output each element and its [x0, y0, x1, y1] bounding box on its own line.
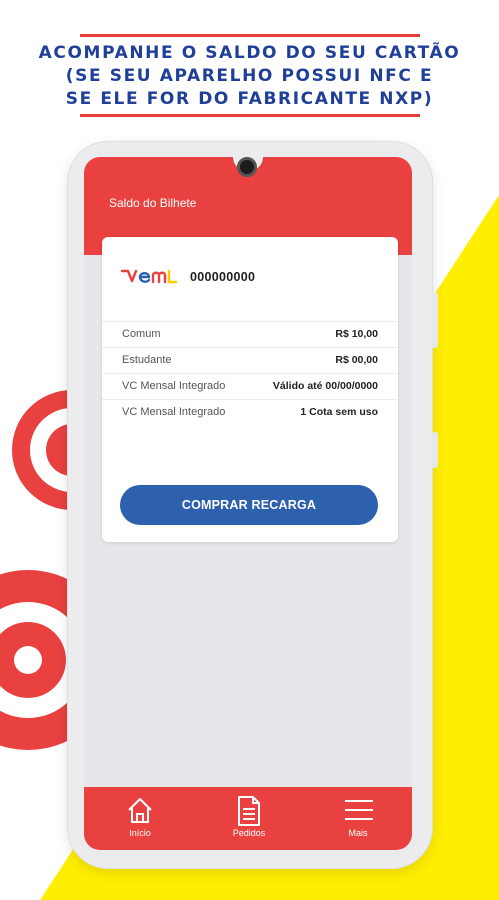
phone-side-button [432, 292, 438, 348]
balance-label: VC Mensal Integrado [122, 380, 226, 392]
menu-icon [345, 800, 373, 820]
promo-headline: ACOMPANHE O SALDO DO SEU CARTÃO (SE SEU … [0, 42, 499, 111]
nav-label: Início [129, 828, 151, 838]
balance-value: R$ 10,00 [335, 328, 378, 340]
balance-value: R$ 00,00 [335, 354, 378, 366]
home-icon [128, 798, 152, 823]
balance-label: Estudante [122, 354, 172, 366]
promo-rule-bottom [80, 114, 420, 117]
balance-row: Estudante R$ 00,00 [102, 347, 398, 373]
vem-logo [120, 269, 178, 284]
promo-line: ACOMPANHE O SALDO DO SEU CARTÃO [38, 43, 461, 63]
buy-recharge-button[interactable]: COMPRAR RECARGA [120, 485, 378, 525]
phone-screen: Saldo do Bilhete 000000000 Comum R$ 10,0… [84, 157, 412, 850]
nav-label: Pedidos [232, 828, 266, 838]
balance-card: 000000000 Comum R$ 10,00 Estudante R$ 00… [102, 237, 398, 542]
page-title: Saldo do Bilhete [109, 196, 197, 210]
balance-label: Comum [122, 328, 161, 340]
promo-rule-top [80, 34, 420, 37]
bottom-nav: Início Pedidos Mais [84, 787, 412, 850]
balance-row: VC Mensal Integrado 1 Cota sem uso [102, 399, 398, 425]
promo-line: SE ELE FOR DO FABRICANTE NXP) [65, 89, 434, 109]
balance-row: VC Mensal Integrado Válido até 00/00/000… [102, 373, 398, 399]
nav-item-more[interactable]: Mais [318, 787, 398, 850]
camera-icon [237, 157, 257, 177]
balance-label: VC Mensal Integrado [122, 406, 226, 418]
balance-table: Comum R$ 10,00 Estudante R$ 00,00 VC Men… [102, 321, 398, 425]
promo-line: (SE SEU APARELHO POSSUI NFC E [65, 66, 434, 86]
card-number: 000000000 [190, 270, 256, 284]
document-icon [238, 796, 260, 826]
nav-item-orders[interactable]: Pedidos [209, 787, 289, 850]
promo-banner: ACOMPANHE O SALDO DO SEU CARTÃO (SE SEU … [0, 0, 499, 130]
balance-row: Comum R$ 10,00 [102, 321, 398, 347]
balance-value: Válido até 00/00/0000 [272, 380, 378, 392]
nav-item-home[interactable]: Início [100, 787, 180, 850]
nav-label: Mais [348, 828, 368, 838]
balance-value: 1 Cota sem uso [300, 406, 378, 418]
phone-side-button [432, 432, 438, 468]
